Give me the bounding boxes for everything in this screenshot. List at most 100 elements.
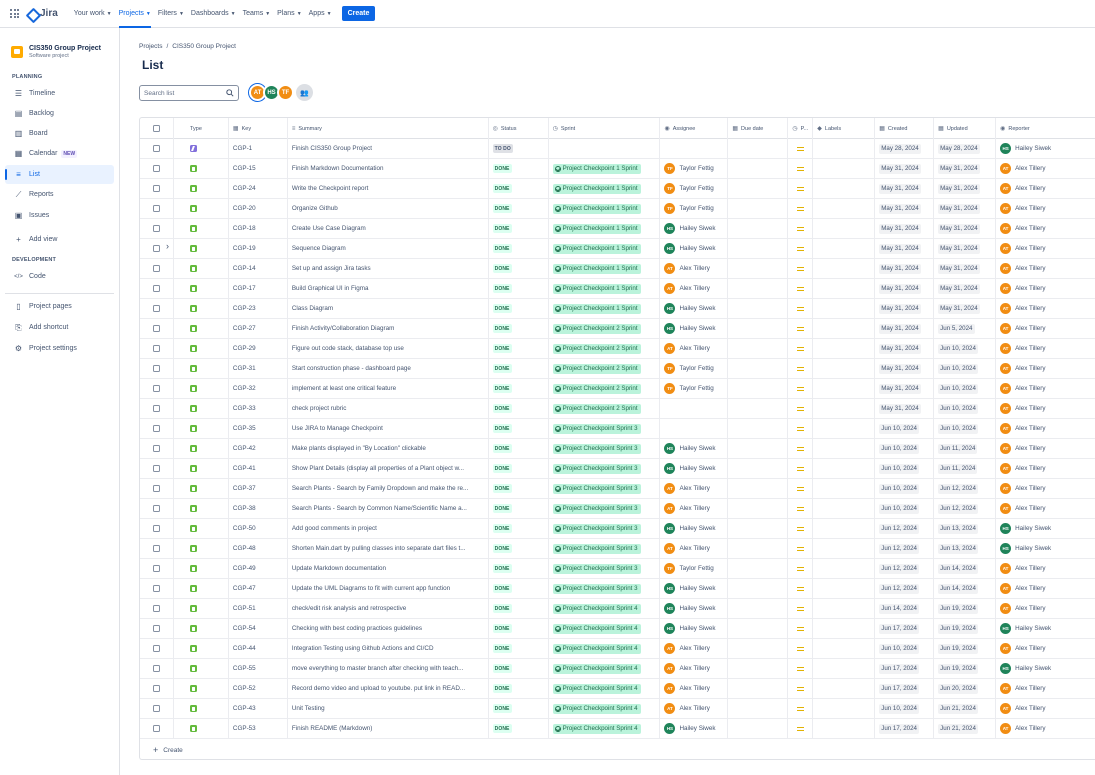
status-cell[interactable]: DONE: [489, 559, 549, 578]
checkbox[interactable]: [152, 405, 160, 412]
app-switcher-icon[interactable]: [10, 9, 19, 18]
reporter-cell[interactable]: AT Alex Tillery: [996, 559, 1095, 578]
column-header-assignee[interactable]: ◉ Assignee: [660, 118, 729, 139]
issue-key[interactable]: CGP-48: [229, 539, 288, 558]
sidebar-item-project-pages[interactable]: ▯ Project pages: [5, 297, 114, 316]
sidebar-item-timeline[interactable]: ☰ Timeline: [5, 84, 114, 103]
issue-key[interactable]: CGP-49: [229, 559, 288, 578]
labels-cell[interactable]: [813, 179, 876, 198]
issue-key[interactable]: CGP-41: [229, 459, 288, 478]
due-date-cell[interactable]: [728, 699, 789, 718]
checkbox[interactable]: [152, 665, 160, 672]
issue-summary[interactable]: Update Markdown documentation: [288, 559, 489, 578]
table-row[interactable]: CGP-42 Make plants displayed in "By Locat…: [140, 439, 1095, 459]
row-select[interactable]: [140, 179, 174, 198]
sprint-cell[interactable]: Project Checkpoint Sprint 3: [549, 419, 661, 438]
row-select[interactable]: [140, 319, 174, 338]
priority-cell[interactable]: [788, 399, 814, 418]
sprint-cell[interactable]: Project Checkpoint 1 Sprint: [549, 159, 661, 178]
status-cell[interactable]: DONE: [489, 439, 549, 458]
sidebar-item-reports[interactable]: ⟋ Reports: [5, 185, 114, 204]
status-cell[interactable]: DONE: [489, 619, 549, 638]
labels-cell[interactable]: [813, 239, 876, 258]
sprint-cell[interactable]: Project Checkpoint 2 Sprint: [549, 379, 661, 398]
due-date-cell[interactable]: [728, 659, 789, 678]
reporter-cell[interactable]: AT Alex Tillery: [996, 219, 1095, 238]
issue-key[interactable]: CGP-33: [229, 399, 288, 418]
labels-cell[interactable]: [813, 259, 876, 278]
priority-cell[interactable]: [788, 299, 814, 318]
status-cell[interactable]: TO DO: [489, 139, 549, 158]
assignee-cell[interactable]: [660, 399, 729, 418]
table-row[interactable]: CGP-23 Class Diagram DONE Project Checkpoin…: [140, 299, 1095, 319]
row-select[interactable]: [140, 559, 174, 578]
status-cell[interactable]: DONE: [489, 239, 549, 258]
row-select[interactable]: [140, 579, 174, 598]
assignee-cell[interactable]: AT Alex Tillery: [660, 479, 729, 498]
table-row[interactable]: CGP-55 move everything to master branch a…: [140, 659, 1095, 679]
table-row[interactable]: CGP-20 Organize Github DONE Project Checkpo…: [140, 199, 1095, 219]
due-date-cell[interactable]: [728, 379, 789, 398]
sprint-cell[interactable]: Project Checkpoint 1 Sprint: [549, 199, 661, 218]
status-cell[interactable]: DONE: [489, 679, 549, 698]
assignee-cell[interactable]: HS Hailey Siwek: [660, 619, 729, 638]
assignee-cell[interactable]: AT Alex Tillery: [660, 339, 729, 358]
due-date-cell[interactable]: [728, 519, 789, 538]
due-date-cell[interactable]: [728, 399, 789, 418]
reporter-cell[interactable]: AT Alex Tillery: [996, 479, 1095, 498]
issue-key[interactable]: CGP-47: [229, 579, 288, 598]
issue-key[interactable]: CGP-20: [229, 199, 288, 218]
labels-cell[interactable]: [813, 199, 876, 218]
reporter-cell[interactable]: AT Alex Tillery: [996, 439, 1095, 458]
column-header-summary[interactable]: ≡ Summary: [288, 118, 489, 139]
assignee-cell[interactable]: [660, 419, 729, 438]
issue-summary[interactable]: move everything to master branch after c…: [288, 659, 489, 678]
column-header-labels[interactable]: ◆ Labels: [813, 118, 876, 139]
table-row[interactable]: CGP-49 Update Markdown documentation DONE P…: [140, 559, 1095, 579]
labels-cell[interactable]: [813, 339, 876, 358]
due-date-cell[interactable]: [728, 219, 789, 238]
checkbox[interactable]: [152, 605, 160, 612]
chevron-right-icon[interactable]: ›: [166, 241, 169, 251]
status-cell[interactable]: DONE: [489, 419, 549, 438]
row-select[interactable]: [140, 699, 174, 718]
table-row[interactable]: CGP-35 Use JIRA to Manage Checkpoint DONE P…: [140, 419, 1095, 439]
reporter-cell[interactable]: HS Hailey Siwek: [996, 659, 1095, 678]
row-select[interactable]: [140, 279, 174, 298]
reporter-cell[interactable]: AT Alex Tillery: [996, 319, 1095, 338]
labels-cell[interactable]: [813, 439, 876, 458]
issue-key[interactable]: CGP-31: [229, 359, 288, 378]
checkbox[interactable]: [152, 265, 160, 272]
issue-key[interactable]: CGP-38: [229, 499, 288, 518]
labels-cell[interactable]: [813, 399, 876, 418]
assignee-cell[interactable]: TF Taylor Fettig: [660, 199, 729, 218]
issue-summary[interactable]: Write the Checkpoint report: [288, 179, 489, 198]
assignee-cell[interactable]: HS Hailey Siwek: [660, 439, 729, 458]
sprint-cell[interactable]: Project Checkpoint 1 Sprint: [549, 299, 661, 318]
priority-cell[interactable]: [788, 479, 814, 498]
due-date-cell[interactable]: [728, 679, 789, 698]
assignee-cell[interactable]: HS Hailey Siwek: [660, 239, 729, 258]
labels-cell[interactable]: [813, 499, 876, 518]
issue-summary[interactable]: Build Graphical UI in Figma: [288, 279, 489, 298]
reporter-cell[interactable]: AT Alex Tillery: [996, 359, 1095, 378]
row-select[interactable]: [140, 359, 174, 378]
table-row[interactable]: CGP-38 Search Plants - Search by Common N…: [140, 499, 1095, 519]
select-all-checkbox[interactable]: [140, 118, 174, 139]
reporter-cell[interactable]: AT Alex Tillery: [996, 159, 1095, 178]
table-row[interactable]: CGP-50 Add good comments in project DONE Pr…: [140, 519, 1095, 539]
priority-cell[interactable]: [788, 439, 814, 458]
status-cell[interactable]: DONE: [489, 659, 549, 678]
sprint-cell[interactable]: Project Checkpoint Sprint 4: [549, 699, 661, 718]
status-cell[interactable]: DONE: [489, 339, 549, 358]
assignee-cell[interactable]: HS Hailey Siwek: [660, 719, 729, 738]
checkbox[interactable]: [152, 325, 160, 332]
sprint-cell[interactable]: Project Checkpoint Sprint 4: [549, 719, 661, 738]
reporter-cell[interactable]: AT Alex Tillery: [996, 399, 1095, 418]
priority-cell[interactable]: [788, 239, 814, 258]
table-row[interactable]: CGP-31 Start construction phase - dashboa…: [140, 359, 1095, 379]
issue-key[interactable]: CGP-51: [229, 599, 288, 618]
labels-cell[interactable]: [813, 479, 876, 498]
issue-summary[interactable]: Shorten Main.dart by pulling classes int…: [288, 539, 489, 558]
column-header-priority[interactable]: ◷ P...: [788, 118, 814, 139]
